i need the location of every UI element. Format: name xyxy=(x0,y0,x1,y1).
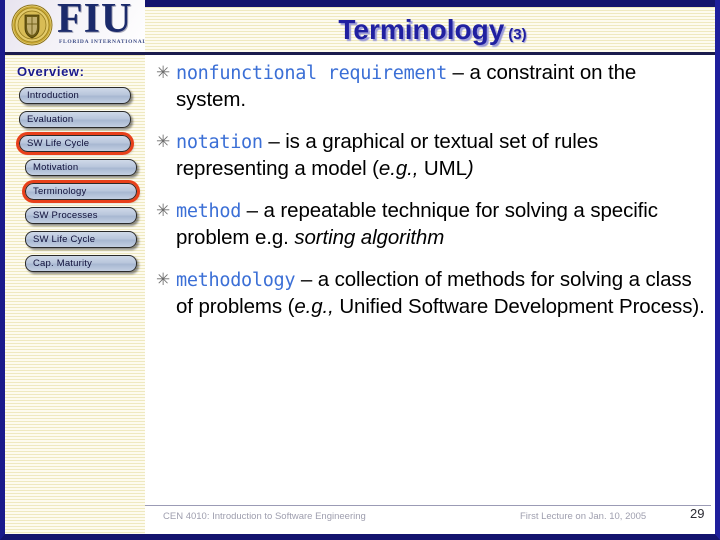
sidebar-item-introduction[interactable]: Introduction xyxy=(19,87,131,104)
fiu-seal-icon xyxy=(11,4,53,46)
sidebar-heading: Overview: xyxy=(17,64,85,79)
bullet-term: methodology xyxy=(176,270,296,291)
sidebar-item-sw-life-cycle[interactable]: SW Life Cycle xyxy=(16,132,134,155)
bullet-item: ✳ nonfunctional requirement – a constrain… xyxy=(150,60,710,113)
slide-canvas: FIU FLORIDA INTERNATIONAL UNIVERSITY Ter… xyxy=(0,0,720,540)
asterisk-bullet-icon: ✳ xyxy=(156,132,171,151)
bullet-text: notation – is a graphical or textual set… xyxy=(176,129,710,182)
sidebar-item-motivation[interactable]: Motivation xyxy=(25,159,137,176)
fiu-acronym: FIU xyxy=(57,0,133,42)
sidebar-item-label: SW Processes xyxy=(33,209,98,221)
sidebar-item-label: Evaluation xyxy=(27,113,74,125)
footer-lecture-label: First Lecture on Jan. 10, 2005 xyxy=(520,511,647,522)
bullet-text: nonfunctional requirement – a constraint… xyxy=(176,60,710,113)
bullet-item: ✳ methodology – a collection of methods f… xyxy=(150,267,710,320)
asterisk-bullet-icon: ✳ xyxy=(156,270,171,289)
bullet-item: ✳ method – a repeatable technique for sol… xyxy=(150,198,710,251)
bullet-italic-1: e.g., xyxy=(294,295,334,318)
footer: CEN 4010: Introduction to Software Engin… xyxy=(145,506,711,530)
bullet-italic-1: sorting algorithm xyxy=(294,226,445,249)
sidebar-item-label: Motivation xyxy=(33,161,79,173)
bullet-body-2: UML xyxy=(418,157,467,180)
sidebar-item-evaluation[interactable]: Evaluation xyxy=(19,111,131,128)
sidebar-item-sw-life-cycle[interactable]: SW Life Cycle xyxy=(25,231,137,248)
bullet-text: method – a repeatable technique for solv… xyxy=(176,198,710,251)
sidebar-item-sw-processes[interactable]: SW Processes xyxy=(25,207,137,224)
bullet-term: nonfunctional requirement xyxy=(176,63,447,84)
asterisk-bullet-icon: ✳ xyxy=(156,201,171,220)
sidebar-item-terminology[interactable]: Terminology xyxy=(22,180,140,203)
sidebar-item-cap-maturity[interactable]: Cap. Maturity xyxy=(25,255,137,272)
slide-title-area: Terminology (3) xyxy=(155,8,710,52)
bullet-text: methodology – a collection of methods fo… xyxy=(176,267,710,320)
fiu-university-name: FLORIDA INTERNATIONAL UNIVERSITY xyxy=(59,39,145,45)
footer-divider xyxy=(145,505,711,506)
page-title-suffix: (3) xyxy=(508,26,527,43)
bullet-item: ✳ notation – is a graphical or textual se… xyxy=(150,129,710,182)
sidebar-item-label: Terminology xyxy=(33,185,87,197)
slide-body: ✳ nonfunctional requirement – a constrain… xyxy=(150,60,710,490)
footer-course-label: CEN 4010: Introduction to Software Engin… xyxy=(163,511,366,522)
sidebar-item-label: SW Life Cycle xyxy=(33,233,96,245)
bullet-italic-1: e.g., xyxy=(378,157,419,180)
bullet-term: method xyxy=(176,201,242,222)
page-title-text: Terminology xyxy=(338,14,505,45)
bullet-term: notation xyxy=(176,132,263,153)
sidebar-item-label: Cap. Maturity xyxy=(33,257,93,269)
sidebar-nav-list: Introduction Evaluation SW Life Cycle Motiv… xyxy=(5,87,145,279)
sidebar-item-label: Introduction xyxy=(27,89,80,101)
page-title: Terminology (3) xyxy=(338,14,526,46)
fiu-logo-block: FIU FLORIDA INTERNATIONAL UNIVERSITY xyxy=(5,0,145,52)
sidebar-item-label: SW Life Cycle xyxy=(27,137,90,149)
bullet-italic-2: ) xyxy=(466,157,474,180)
sidebar: Overview: Introduction Evaluation SW Life … xyxy=(5,55,145,534)
page-number: 29 xyxy=(690,506,705,521)
asterisk-bullet-icon: ✳ xyxy=(156,63,171,82)
bullet-body-2: Unified Software Development Process). xyxy=(333,295,705,318)
